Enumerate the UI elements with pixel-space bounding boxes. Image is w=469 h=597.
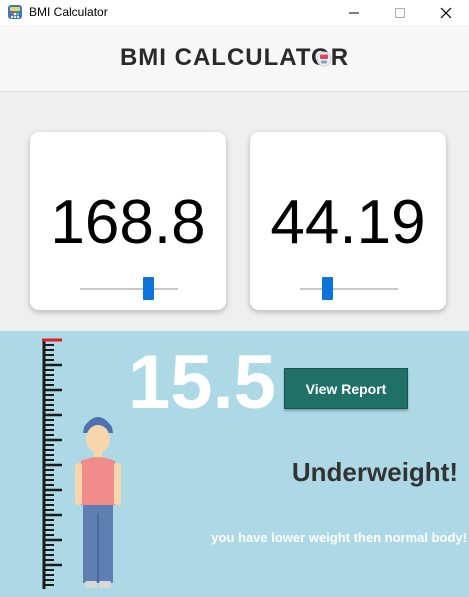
maximize-icon [395, 7, 405, 18]
minimize-button[interactable] [331, 0, 377, 25]
input-panel: 168.8 44.19 [0, 92, 469, 331]
app-header: BMI CALCULATOR [0, 25, 469, 92]
weight-slider-thumb[interactable] [321, 277, 333, 300]
view-report-button[interactable]: View Report [284, 368, 408, 409]
minimize-icon [349, 12, 359, 13]
maximize-button[interactable] [377, 0, 423, 25]
calculator-app-icon [8, 5, 22, 19]
height-card: 168.8 [30, 132, 226, 310]
height-value: 168.8 [50, 188, 206, 257]
bmi-message: you have lower weight then normal body! [211, 530, 467, 545]
close-icon [440, 7, 452, 18]
person-figure-icon [75, 417, 121, 588]
height-ruler-icon [42, 338, 62, 589]
result-panel: 15.5 View Report Underweight! you have l… [0, 331, 469, 597]
weight-slider-track[interactable] [300, 288, 398, 290]
calculator-logo-icon [316, 51, 332, 67]
height-slider-thumb[interactable] [142, 277, 154, 300]
height-slider-track[interactable] [80, 288, 178, 290]
weight-value: 44.19 [270, 188, 426, 257]
title-bar: BMI Calculator [0, 0, 469, 25]
bmi-value: 15.5 [128, 340, 276, 425]
window-title: BMI Calculator [29, 5, 108, 19]
page-title: BMI CALCULATOR [119, 44, 350, 71]
bmi-category: Underweight! [291, 457, 458, 487]
close-button[interactable] [423, 0, 469, 25]
weight-card: 44.19 [250, 132, 446, 310]
